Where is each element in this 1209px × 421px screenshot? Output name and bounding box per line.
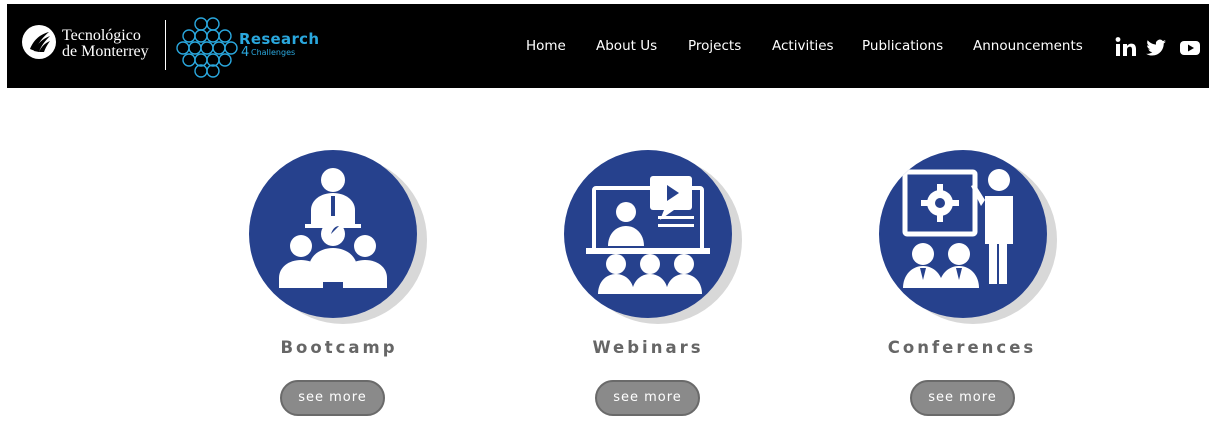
conferences-circle[interactable] bbox=[879, 150, 1047, 318]
bootcamp-circle[interactable] bbox=[249, 150, 417, 318]
tec-logo-icon bbox=[22, 25, 56, 59]
presenter-audience-icon bbox=[279, 168, 387, 288]
program-subtitle: Challenges bbox=[251, 48, 296, 57]
nav-projects[interactable]: Projects bbox=[688, 38, 741, 54]
top-navigation-bar: Tecnológico de Monterrey Research 4 Chal… bbox=[7, 4, 1209, 88]
institution-line-2: de Monterrey bbox=[62, 43, 149, 60]
conferences-title: Conferences bbox=[887, 338, 1037, 357]
nav-about-us[interactable]: About Us bbox=[596, 38, 657, 54]
video-conference-icon bbox=[586, 176, 710, 294]
presentation-board-icon bbox=[902, 169, 1013, 288]
twitter-icon[interactable] bbox=[1145, 37, 1167, 59]
webinars-title: Webinars bbox=[592, 338, 704, 357]
conferences-see-more-button[interactable]: see more bbox=[910, 380, 1015, 416]
bootcamp-see-more-button[interactable]: see more bbox=[280, 380, 385, 416]
webinars-see-more-button[interactable]: see more bbox=[595, 380, 700, 416]
institution-name: Tecnológico de Monterrey bbox=[62, 28, 149, 60]
logo-divider bbox=[165, 20, 166, 70]
nav-home[interactable]: Home bbox=[526, 38, 566, 54]
linkedin-icon[interactable] bbox=[1115, 36, 1137, 58]
youtube-icon[interactable] bbox=[1179, 37, 1201, 59]
research-network-logo-icon bbox=[176, 17, 238, 78]
nav-announcements[interactable]: Announcements bbox=[973, 38, 1083, 54]
program-number: 4 bbox=[241, 45, 250, 60]
program-title: Research bbox=[239, 30, 320, 48]
bootcamp-title: Bootcamp bbox=[280, 338, 398, 357]
institution-line-1: Tecnológico bbox=[62, 27, 141, 44]
nav-publications[interactable]: Publications bbox=[862, 38, 943, 54]
webinars-circle[interactable] bbox=[564, 150, 732, 318]
nav-activities[interactable]: Activities bbox=[772, 38, 834, 54]
